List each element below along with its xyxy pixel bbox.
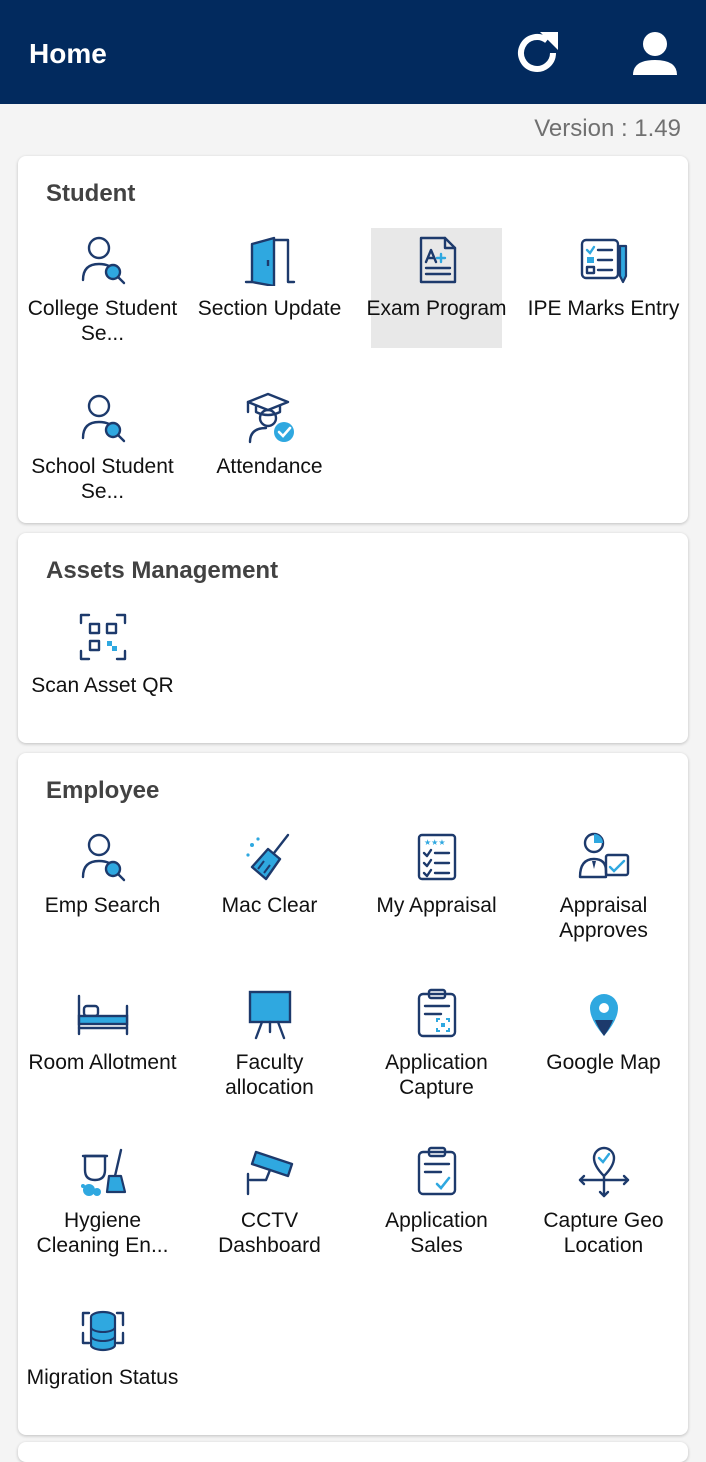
page-title: Home [29,38,107,69]
checklist-pen-icon [580,238,628,284]
tile-label: Application Capture [385,1051,488,1099]
grade-document-icon [419,236,457,284]
tile-application-capture[interactable]: Application Capture [371,982,502,1102]
tile-label: Faculty allocation [225,1051,314,1099]
clipboard-check-icon [417,1146,457,1196]
tile-migration-status[interactable]: Migration Status [27,1297,178,1417]
tile-cctv-dashboard[interactable]: CCTV Dashboard [204,1140,335,1260]
user-icon [633,32,677,75]
tile-my-appraisal[interactable]: ★★★ My Appraisal [371,825,502,945]
cctv-camera-icon [246,1150,294,1196]
refresh-button[interactable] [512,28,562,78]
rating-checklist-icon: ★★★ [417,833,457,881]
tile-room-allotment[interactable]: Room Allotment [28,982,177,1102]
graduate-check-icon [246,392,294,444]
tile-label: Scan Asset QR [31,674,174,697]
tile-scan-asset-qr[interactable]: Scan Asset QR [31,605,174,725]
tile-appraisal-approves[interactable]: Appraisal Approves [538,825,669,945]
tile-exam-program[interactable]: Exam Program [366,228,507,348]
employee-section-card: Employee Emp Search Mac Clear ★★★ My App… [18,753,688,1435]
svg-text:★★★: ★★★ [424,838,446,847]
manager-approval-icon [578,832,630,879]
tile-label: Capture Geo Location [543,1209,664,1257]
user-search-icon [81,236,126,285]
tile-ipe-marks-entry[interactable]: IPE Marks Entry [528,228,679,348]
tile-label: Google Map [546,1051,661,1074]
tile-section-update[interactable]: Section Update [198,228,341,348]
tile-label: College Student Se... [27,297,178,345]
section-title-employee: Employee [46,777,160,804]
tile-label: Exam Program [366,297,507,320]
version-label: Version : 1.49 [534,115,681,142]
tile-label: School Student Se... [31,455,174,503]
tile-attendance[interactable]: Attendance [204,386,335,506]
tile-label: Application Sales [385,1209,488,1257]
tile-mac-clear[interactable]: Mac Clear [204,825,335,945]
tile-emp-search[interactable]: Emp Search [37,825,168,945]
tile-application-sales[interactable]: Application Sales [371,1140,502,1260]
bed-icon [77,994,129,1036]
tile-label: CCTV Dashboard [218,1209,321,1257]
tile-label: My Appraisal [376,894,497,917]
student-section-card: Student College Student Se... Section Up… [18,156,688,523]
tile-faculty-allocation[interactable]: Faculty allocation [204,982,335,1102]
cleaning-icon [81,1148,127,1196]
tile-google-map[interactable]: Google Map [538,982,669,1102]
tile-hygiene-cleaning[interactable]: Hygiene Cleaning En... [37,1140,168,1260]
tile-label: Emp Search [44,894,161,917]
database-sync-icon [81,1310,125,1352]
section-title-assets: Assets Management [46,557,279,584]
profile-button[interactable] [630,28,680,78]
tile-school-student-search[interactable]: School Student Se... [31,386,174,506]
refresh-icon [518,32,558,72]
tile-label: Migration Status [26,1366,179,1389]
tile-label: Hygiene Cleaning En... [36,1209,169,1257]
broom-icon [246,833,290,881]
clipboard-scan-icon [417,988,457,1038]
tile-label: Appraisal Approves [559,894,648,942]
section-title-student: Student [46,180,136,207]
assets-section-card: Assets Management Scan Asset QR [18,533,688,743]
tile-label: IPE Marks Entry [527,297,680,320]
tile-capture-geo-location[interactable]: Capture Geo Location [538,1140,669,1260]
geo-location-icon [578,1146,630,1198]
user-search-icon [81,833,126,882]
user-search-icon [81,394,126,443]
tile-college-student-search[interactable]: College Student Se... [28,228,177,348]
tile-label: Mac Clear [221,894,318,917]
presentation-board-icon [248,990,292,1040]
door-icon [244,236,296,286]
tile-label: Attendance [216,455,323,478]
tile-label: Section Update [197,297,342,320]
app-bar: Home [0,0,706,104]
tile-label: Room Allotment [28,1051,177,1074]
qr-scan-icon [79,613,127,661]
map-pin-icon [590,994,618,1036]
next-section-card [18,1442,688,1462]
